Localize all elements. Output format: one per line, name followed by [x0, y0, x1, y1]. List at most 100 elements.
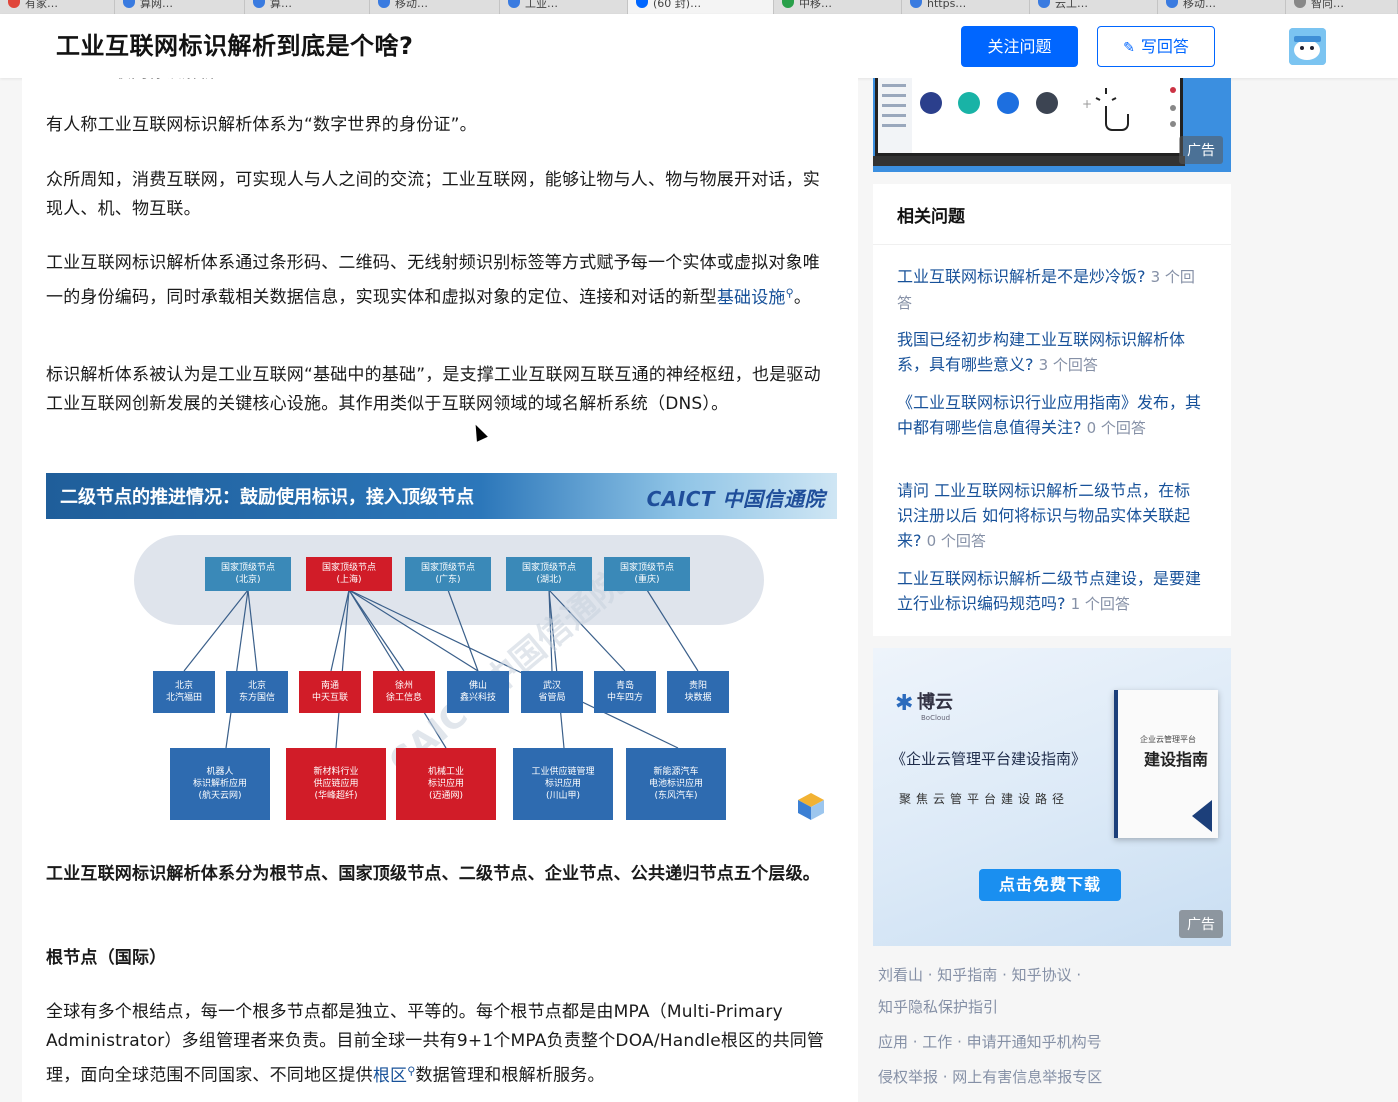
related-question-text: 《工业互联网标识行业应用指南》发布，其中都有哪些信息值得关注?: [897, 393, 1202, 437]
related-question-item[interactable]: 《工业互联网标识行业应用指南》发布，其中都有哪些信息值得关注? 0 个回答: [897, 390, 1203, 441]
figure-node-label: 标识解析应用: [192, 779, 247, 789]
write-answer-button[interactable]: ✎ 写回答: [1097, 26, 1215, 67]
related-question-item[interactable]: 我国已经初步构建工业互联网标识解析体系，具有哪些意义? 3 个回答: [897, 327, 1203, 378]
identifier-hierarchy-figure: 二级节点的推进情况：鼓励使用标识，接入顶级节点 CAICT 中国信通院 CAIC…: [46, 473, 837, 833]
figure-node-label: 国家顶级节点: [321, 563, 376, 573]
browser-tab-label: 有家…: [25, 0, 58, 10]
footer-links-line-1[interactable]: 刘看山 · 知乎指南 · 知乎协议 ·: [878, 963, 1178, 987]
ad-laptop-ui: +: [878, 78, 1176, 153]
figure-node: 贵阳 块数据: [667, 671, 729, 713]
figure-node-label: 机器人: [206, 767, 234, 777]
browser-tab-label: 算网…: [140, 0, 173, 10]
figure-node-label: (川山甲): [545, 791, 581, 801]
browser-tab[interactable]: 智向…: [1286, 0, 1398, 14]
browser-tab-label: 智向…: [1311, 0, 1344, 10]
figure-node-label: 国家顶级节点: [220, 563, 275, 573]
figure-node-label: 贵阳: [688, 681, 707, 691]
footer-links-line-3[interactable]: 应用 · 工作 · 申请开通知乎机构号: [878, 1030, 1178, 1054]
boyun-logo: ✱ 博云 BoCloud: [895, 688, 953, 722]
question-header: 工业互联网标识解析到底是个啥? 关注问题 ✎ 写回答: [0, 14, 1398, 78]
browser-tab[interactable]: 算网…: [115, 0, 245, 14]
figure-node: 机器人标识解析应用 (航天云网): [170, 748, 270, 820]
ad-book-subtitle: 聚焦云管平台建设路径: [899, 792, 1070, 806]
answer-paragraph-3: 工业互联网标识解析体系通过条形码、二维码、无线射频识别标签等方式赋予每一个实体或…: [46, 249, 836, 313]
write-answer-label: 写回答: [1140, 37, 1189, 56]
footer-links-line-2[interactable]: 知乎隐私保护指引: [878, 995, 1178, 1019]
root-zone-link[interactable]: 根区⚲: [372, 1064, 416, 1086]
search-icon: ⚲: [785, 286, 794, 299]
figure-node: 国家顶级节点 (上海): [306, 557, 392, 591]
avatar[interactable]: [1289, 28, 1326, 65]
related-question-item[interactable]: 工业互联网标识解析二级节点建设，是要建立行业标识编码规范吗? 1 个回答: [897, 566, 1203, 617]
figure-node-label: 工业供应链管理: [531, 767, 595, 777]
answer-count: 0 个回答: [1086, 419, 1146, 437]
browser-tab[interactable]: 算…: [245, 0, 370, 14]
figure-node-label: 电池标识应用: [648, 779, 703, 789]
browser-tab-label: 工业…: [525, 0, 558, 10]
browser-tab-label: 移动…: [395, 0, 428, 10]
figure-node-label: 武汉: [542, 681, 561, 691]
ad-label: 广告: [1179, 910, 1223, 938]
browser-tab[interactable]: 云工…: [1030, 0, 1158, 14]
answer-count: 0 个回答: [926, 532, 986, 550]
figure-node-label: 北汽福田: [165, 693, 202, 703]
figure-node-label: (湖北): [536, 575, 562, 585]
browser-tab[interactable]: 移动…: [1158, 0, 1286, 14]
sidebar-ad-top[interactable]: + 广告: [873, 78, 1231, 172]
answer-count: 3 个回答: [1038, 356, 1098, 374]
figure-node: 武汉 省管局: [521, 671, 583, 713]
tab-favicon-icon: [123, 0, 135, 8]
ad-laptop-screen: +: [875, 78, 1183, 156]
root-zone-link-text: 根区: [372, 1065, 408, 1086]
answer-paragraph-3-end: 。: [793, 287, 812, 308]
book-cover-small-title: 企业云管理平台: [1140, 735, 1196, 744]
figure-node-label: 供应链应用: [313, 779, 359, 789]
figure-node-label: (重庆): [634, 575, 660, 585]
figure-node-label: (迈通网): [428, 791, 464, 801]
tab-favicon-icon: [1294, 0, 1306, 8]
answer-paragraph-3-text: 工业互联网标识解析体系通过条形码、二维码、无线射频识别标签等方式赋予每一个实体或…: [46, 253, 820, 308]
browser-tab[interactable]: 有家…: [0, 0, 115, 14]
section-heading-root-node: 根节点（国际）: [46, 948, 167, 968]
figure-node: 机械工业 标识应用 (迈通网): [396, 748, 496, 820]
browser-tab[interactable]: (60 封)…: [628, 0, 774, 14]
figure-node: 佛山 鑫兴科技: [447, 671, 509, 713]
figure-node-label: 佛山: [468, 681, 487, 691]
figure-node: 北京 东方国信: [226, 671, 288, 713]
browser-tab-label: (60 封)…: [653, 0, 702, 10]
figure-node: 南通 中天互联: [299, 671, 361, 713]
figure-node-label: (东风汽车): [654, 791, 698, 801]
follow-question-button[interactable]: 关注问题: [961, 26, 1078, 67]
figure-node: 北京 北汽福田: [153, 671, 215, 713]
figure-node-label: (广东): [435, 575, 461, 585]
free-download-button[interactable]: 点击免费下载: [979, 869, 1121, 901]
figure-node-label: 标识应用: [544, 779, 581, 789]
related-question-item[interactable]: 请问 工业互联网标识解析二级节点，在标识注册以后 如何将标识与物品实体关联起来?…: [897, 478, 1203, 554]
related-question-item[interactable]: 工业互联网标识解析是不是炒冷饭? 3 个回答: [897, 264, 1203, 316]
figure-node-label: 徐工信息: [385, 693, 422, 703]
browser-tab-label: https…: [927, 0, 967, 10]
figure-node-label: 国家顶级节点: [420, 563, 475, 573]
figure-node-label: 东方国信: [238, 693, 275, 703]
figure-node-label: 中天互联: [311, 693, 348, 703]
figure-node: 国家顶级节点 (北京): [205, 557, 291, 591]
figure-node-label: (航天云网): [198, 791, 242, 801]
cube-icon: [798, 793, 824, 820]
answer-paragraph-5: 工业互联网标识解析体系分为根节点、国家顶级节点、二级节点、企业节点、公共递归节点…: [46, 864, 820, 884]
infrastructure-link[interactable]: 基础设施⚲: [717, 286, 794, 308]
boyun-brand: 博云: [917, 692, 953, 713]
footer-links-line-4[interactable]: 侵权举报 · 网上有害信息举报专区: [878, 1065, 1178, 1089]
browser-tab[interactable]: 中移…: [774, 0, 902, 14]
boyun-logo-icon: ✱: [895, 690, 914, 716]
sidebar-ad-book[interactable]: ✱ 博云 BoCloud 《企业云管理平台建设指南》 聚焦云管平台建设路径 企业云管…: [873, 648, 1231, 946]
figure-node-label: 鑫兴科技: [459, 693, 496, 703]
figure-node-label: 国家顶级节点: [619, 563, 674, 573]
browser-tab[interactable]: 工业…: [500, 0, 628, 14]
browser-tab[interactable]: https…: [902, 0, 1030, 14]
related-question-text: 工业互联网标识解析二级节点建设，是要建立行业标识编码规范吗?: [897, 569, 1202, 613]
answer-paragraph-7: 全球有多个根结点，每一个根多节点都是独立、平等的。每个根节点都是由MPA（Mul…: [46, 998, 836, 1091]
figure-node-label: (上海): [336, 575, 362, 585]
browser-tab[interactable]: 移动…: [370, 0, 500, 14]
figure-node-label: 新能源汽车: [653, 767, 699, 777]
tab-favicon-icon: [1166, 0, 1178, 8]
